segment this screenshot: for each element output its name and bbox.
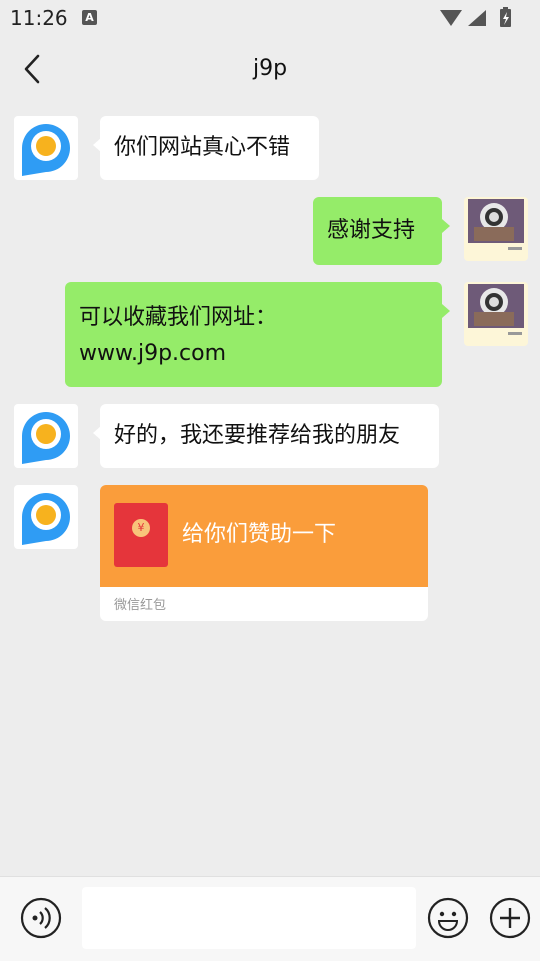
message-input[interactable]	[82, 887, 416, 949]
red-packet-title: 给你们赞助一下	[182, 522, 337, 547]
plus-icon[interactable]	[489, 897, 531, 939]
input-bar	[0, 876, 540, 961]
message-text-line: www.j9p.com	[79, 341, 227, 366]
message-bubble-sent: 可以收藏我们网址： www.j9p.com	[65, 282, 450, 387]
red-packet-footer: 微信红包	[114, 598, 167, 613]
message-text-line: 可以收藏我们网址：	[79, 305, 278, 330]
coin-icon: ¥	[132, 519, 150, 537]
message-text: 你们网站真心不错	[114, 135, 291, 160]
contact-avatar[interactable]	[14, 485, 78, 549]
chat-header: j9p	[0, 36, 540, 102]
photo-avatar-icon	[464, 197, 528, 261]
battery-icon	[500, 7, 511, 27]
status-time: 11:26	[10, 6, 68, 30]
contact-avatar[interactable]	[14, 116, 78, 180]
red-packet-header: ¥ 给你们赞助一下	[100, 485, 428, 587]
p-logo-icon	[14, 404, 78, 468]
message-text: 感谢支持	[327, 218, 416, 243]
message-bubble-received: 你们网站真心不错	[93, 116, 319, 180]
message-text: 好的，我还要推荐给我的朋友	[114, 423, 401, 448]
emoji-icon[interactable]	[427, 897, 469, 939]
wifi-icon	[440, 10, 462, 26]
p-logo-icon	[14, 485, 78, 549]
red-envelope-icon: ¥	[114, 503, 168, 567]
message-bubble-sent: 感谢支持	[313, 197, 450, 265]
chat-title: j9p	[252, 56, 288, 81]
my-avatar[interactable]	[464, 197, 528, 261]
status-bar: 11:26 A	[0, 0, 540, 36]
p-logo-icon	[14, 116, 78, 180]
red-packet-card[interactable]: ¥ 给你们赞助一下 微信红包	[100, 485, 428, 621]
message-bubble-received: 好的，我还要推荐给我的朋友	[93, 404, 439, 468]
voice-icon[interactable]	[20, 897, 62, 939]
cell-signal-icon	[468, 10, 486, 26]
notification-a-icon: A	[82, 10, 97, 25]
signal-battery-icons	[440, 7, 511, 27]
contact-avatar[interactable]	[14, 404, 78, 468]
my-avatar[interactable]	[464, 282, 528, 346]
photo-avatar-icon	[464, 282, 528, 346]
